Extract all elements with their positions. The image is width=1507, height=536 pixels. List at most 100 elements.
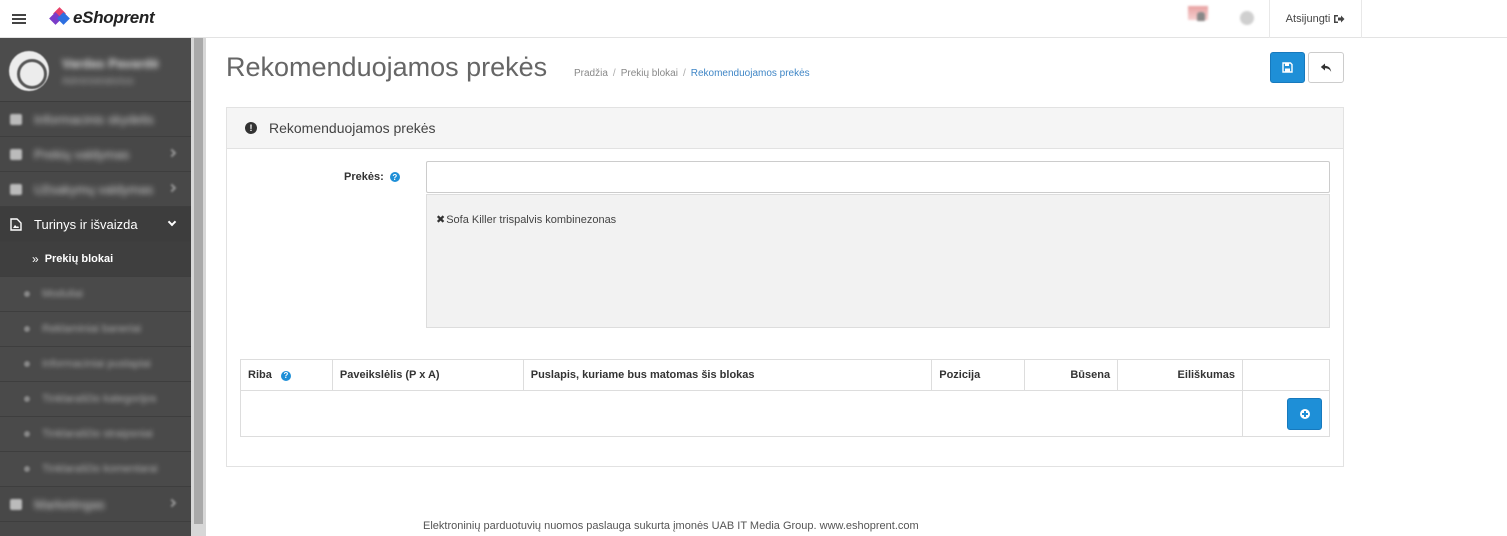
chevron-down-icon [167, 217, 177, 227]
user-profile[interactable]: Vardas Pavardė Administratorius [0, 38, 191, 102]
breadcrumb-separator: / [682, 68, 686, 79]
profile-role: Administratorius [62, 76, 134, 87]
sidebar-item-label: Turinys ir išvaizda [34, 216, 138, 232]
sidebar: Vardas Pavardė Administratorius Informac… [0, 38, 191, 536]
sidebar-subitem-label: Prekių blokai [44, 253, 114, 265]
scrollbar-thumb[interactable] [194, 38, 203, 524]
sidebar-subitem-label: Informaciniai puslapiai [42, 358, 151, 370]
logout-button[interactable]: Atsijungti [1269, 0, 1362, 38]
column-header-page: Puslapis, kuriame bus matomas šis blokas [522, 359, 933, 391]
sidebar-subitem-label: Tinklaraščio straipsniai [42, 428, 153, 440]
actions-cell [1242, 390, 1330, 437]
bell-icon [1197, 12, 1205, 21]
sidebar-subitem-blog-articles[interactable]: Tinklaraščio straipsniai [0, 417, 191, 452]
bullet-icon [24, 466, 30, 472]
tags-icon [10, 148, 22, 160]
selected-products-list: ✖ Sofa Killer trispalvis kombinezonas [426, 194, 1330, 328]
brand-name: eShoprent [73, 8, 155, 27]
module-settings-table: Riba ? Paveikslėlis (P x A) Puslapis, ku… [239, 359, 1330, 437]
sidebar-item-dashboard[interactable]: Informacinis skydelis [0, 102, 191, 137]
column-header-limit: Riba ? [240, 359, 333, 391]
bullet-icon [24, 361, 30, 367]
settings-button[interactable] [1228, 0, 1266, 38]
selected-product-item: ✖ Sofa Killer trispalvis kombinezonas [436, 213, 617, 227]
sidebar-item-products[interactable]: Prekių valdymas [0, 137, 191, 172]
page-footer: Elektroninių parduotuvių nuomos paslauga… [423, 520, 919, 532]
sidebar-subitem-blog-comments[interactable]: Tinklaraščio komentarai [0, 452, 191, 487]
panel-heading: ! Rekomenduojamos prekės [227, 108, 1343, 149]
sidebar-scrollbar[interactable] [191, 38, 206, 536]
sidebar-subitem-label: Tinklaraščio komentarai [42, 463, 158, 475]
selected-product-label: Sofa Killer trispalvis kombinezonas [446, 213, 617, 226]
chevron-right-icon [167, 148, 177, 158]
top-header: eShoprent Atsijungti [0, 0, 1507, 38]
share-icon [10, 498, 22, 510]
sidebar-subitem-blog-categories[interactable]: Tinklaraščio kategorijos [0, 382, 191, 417]
breadcrumb: Pradžia / Prekių blokai / Rekomenduojamo… [574, 68, 810, 79]
sign-out-icon [1334, 15, 1345, 23]
table-header-row: Riba ? Paveikslėlis (P x A) Puslapis, ku… [240, 359, 1330, 391]
products-label-text: Prekės: [344, 171, 384, 183]
column-header-status: Būsena [1024, 359, 1119, 391]
add-row-button[interactable] [1287, 397, 1322, 430]
sidebar-toggle-button[interactable] [0, 0, 38, 38]
sidebar-item-marketing[interactable]: Marketingas [0, 487, 191, 522]
back-button[interactable] [1308, 52, 1344, 83]
sidebar-subitem-banners[interactable]: Reklaminiai baneriai [0, 312, 191, 347]
bullet-icon [24, 291, 30, 297]
save-button[interactable] [1270, 52, 1305, 83]
bullet-icon [24, 326, 30, 332]
column-header-label: Riba [248, 369, 272, 381]
avatar [9, 51, 49, 91]
sidebar-subitem-label: Moduliai [42, 288, 83, 300]
column-header-sort-order: Eiliškumas [1117, 359, 1244, 391]
sidebar-item-orders[interactable]: Užsakymų valdymas [0, 172, 191, 207]
products-autocomplete-input[interactable] [426, 161, 1330, 193]
table-footer-row [239, 390, 1330, 437]
chevron-right-icon [167, 498, 177, 508]
cart-icon [10, 183, 22, 195]
sidebar-item-label: Prekių valdymas [34, 146, 130, 162]
products-label: Prekės: ? [344, 171, 400, 183]
sidebar-subitem-modules[interactable]: Moduliai [0, 277, 191, 312]
sidebar-item-label: Marketingas [34, 496, 105, 512]
hamburger-menu-icon [12, 14, 26, 24]
bullet-icon [24, 431, 30, 437]
column-header-image-size: Paveikslėlis (P x A) [331, 359, 524, 391]
double-chevron-right-icon: » [32, 252, 39, 266]
page-title: Rekomenduojamos prekės [226, 52, 548, 82]
question-circle-icon[interactable]: ? [389, 172, 400, 182]
dashboard-icon [10, 113, 22, 125]
sidebar-item-label: Užsakymų valdymas [34, 181, 154, 197]
breadcrumb-separator: / [612, 68, 616, 79]
eshoprent-logo-icon [49, 7, 70, 27]
brand-logo[interactable]: eShoprent [49, 7, 155, 29]
reply-icon [1320, 63, 1332, 72]
floppy-disk-icon [1282, 62, 1293, 73]
sidebar-subitem-label: Reklaminiai baneriai [42, 323, 142, 335]
empty-cell [239, 390, 1244, 437]
sidebar-subitem-label: Tinklaraščio kategorijos [42, 393, 157, 405]
chevron-right-icon [167, 183, 177, 193]
sidebar-item-content[interactable]: Turinys ir išvaizda [0, 207, 191, 242]
recommended-products-panel: ! Rekomenduojamos prekės Prekės: ? ✖ Sof… [226, 107, 1344, 467]
question-circle-icon[interactable]: ? [280, 370, 291, 381]
panel-heading-text: Rekomenduojamos prekės [269, 120, 436, 136]
bullet-icon [24, 396, 30, 402]
column-header-position: Pozicija [931, 359, 1026, 391]
breadcrumb-home-link[interactable]: Pradžia [574, 68, 608, 79]
breadcrumb-product-blocks-link[interactable]: Prekių blokai [621, 68, 678, 79]
sidebar-subitem-product-blocks[interactable]: » Prekių blokai [0, 242, 191, 277]
plus-circle-icon [1299, 408, 1310, 419]
notifications-button[interactable] [1180, 0, 1218, 38]
column-header-actions [1242, 359, 1330, 391]
profile-name: Vardas Pavardė [62, 56, 159, 71]
sidebar-subitem-info-pages[interactable]: Informaciniai puslapiai [0, 347, 191, 382]
exclamation-circle-icon: ! [245, 122, 257, 134]
remove-product-icon[interactable]: ✖ [436, 213, 445, 226]
logout-label: Atsijungti [1285, 13, 1331, 25]
breadcrumb-current[interactable]: Rekomenduojamos prekės [691, 68, 810, 79]
gear-icon [1240, 11, 1254, 25]
sidebar-item-label: Informacinis skydelis [34, 111, 154, 127]
image-file-icon [10, 217, 22, 231]
